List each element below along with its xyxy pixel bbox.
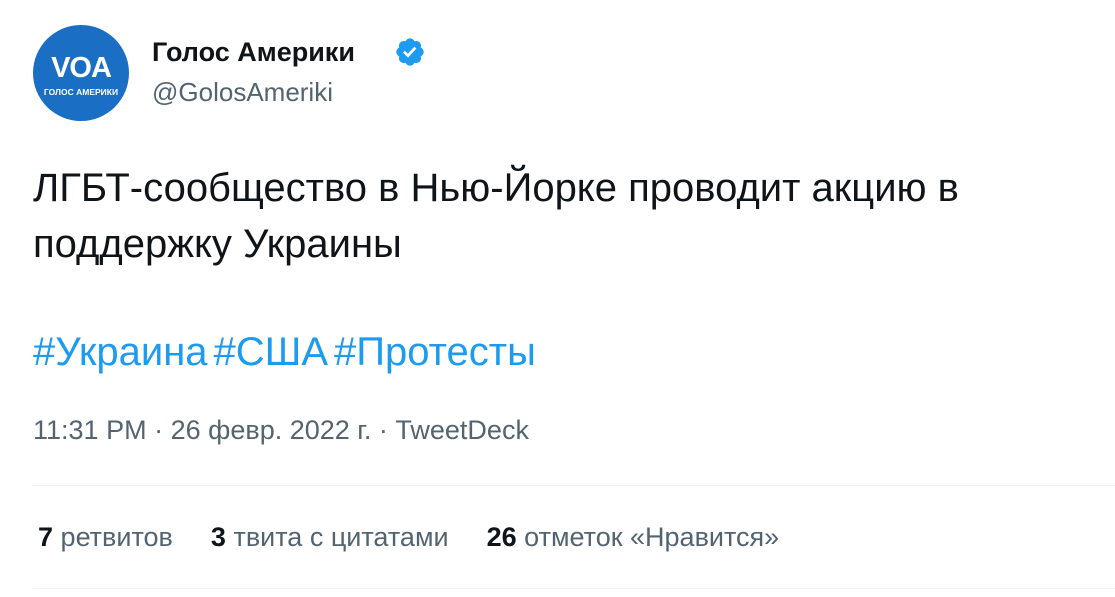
tweet-text: ЛГБТ-сообщество в Нью-Йорке проводит акц… — [33, 166, 959, 266]
divider — [33, 485, 1115, 486]
hashtag-link[interactable]: #США — [214, 330, 328, 374]
voa-logo-text: VOA — [51, 51, 112, 84]
tweet-date[interactable]: 26 февр. 2022 г. — [171, 415, 372, 445]
retweets-count: 7 — [38, 522, 54, 552]
likes-count: 26 — [486, 522, 517, 552]
hashtag-link[interactable]: #Украина — [33, 330, 208, 374]
avatar[interactable]: VOA ГОЛОС АМЕРИКИ — [33, 25, 129, 121]
hashtag-list: #Украина #США #Протесты — [33, 324, 542, 380]
voa-logo-subtitle: ГОЛОС АМЕРИКИ — [43, 86, 119, 97]
quotes-stat[interactable]: 3 твита с цитатами — [211, 520, 449, 554]
meta-separator: · — [378, 415, 388, 445]
tweet-stats: 7 ретвитов 3 твита с цитатами 26 отметок… — [38, 520, 817, 554]
tweet-time[interactable]: 11:31 PM — [33, 415, 147, 445]
retweets-stat[interactable]: 7 ретвитов — [38, 520, 173, 554]
likes-stat[interactable]: 26 отметок «Нравится» — [487, 520, 780, 554]
tweet-meta: 11:31 PM · 26 февр. 2022 г. · TweetDeck — [33, 413, 529, 447]
retweets-label: ретвитов — [60, 522, 173, 552]
verified-badge-icon — [396, 38, 424, 66]
user-handle[interactable]: @GolosAmeriki — [152, 76, 333, 108]
likes-label: отметок «Нравится» — [524, 522, 780, 552]
divider — [33, 588, 1115, 589]
meta-separator: · — [154, 415, 164, 445]
display-name[interactable]: Голос Америки — [152, 35, 355, 69]
tweet-source[interactable]: TweetDeck — [395, 415, 529, 445]
tweet-card: VOA ГОЛОС АМЕРИКИ Голос Америки @GolosAm… — [0, 0, 1115, 597]
hashtag-link[interactable]: #Протесты — [334, 330, 536, 374]
quotes-count: 3 — [210, 522, 226, 552]
quotes-label: твита с цитатами — [233, 522, 449, 552]
